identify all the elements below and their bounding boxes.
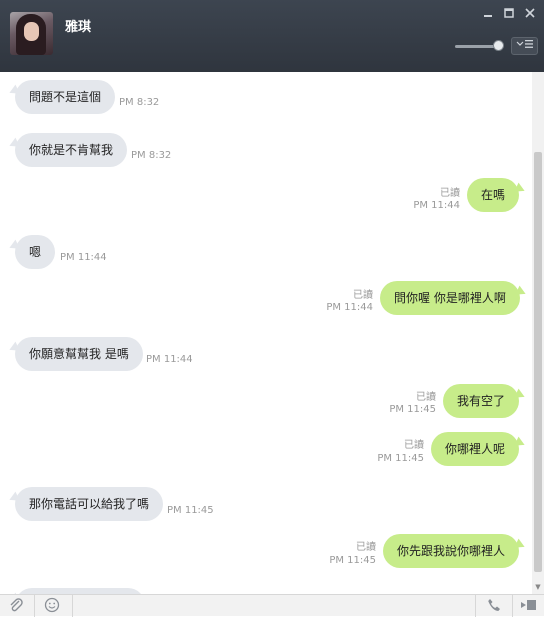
attachment-icon[interactable]	[7, 597, 25, 615]
read-receipt: 已讀	[356, 542, 376, 553]
message-bubble-received[interactable]: 問題不是這個	[15, 80, 116, 114]
chat-header: 雅琪	[0, 0, 544, 72]
read-receipt: 已讀	[416, 392, 436, 403]
message-bubble-sent[interactable]: 在嗎	[467, 178, 520, 212]
video-icon[interactable]	[520, 597, 538, 615]
message-time: PM 11:45	[389, 404, 436, 415]
message-time: PM 11:44	[326, 302, 373, 313]
message-time: PM 11:44	[413, 200, 460, 211]
toolbar-divider	[512, 595, 513, 617]
maximize-icon[interactable]	[502, 8, 516, 22]
toolbar-divider	[72, 595, 73, 617]
minimize-icon[interactable]	[481, 8, 495, 22]
message-bubble-received[interactable]: 你願意幫幫我 是嗎	[15, 337, 143, 371]
read-receipt: 已讀	[404, 440, 424, 451]
volume-slider-knob[interactable]	[493, 40, 504, 51]
input-toolbar	[0, 594, 544, 617]
message-bubble-received[interactable]: 嗯	[15, 235, 56, 269]
message-time: PM 11:45	[377, 453, 424, 464]
message-bubble-sent[interactable]: 你哪裡人呢	[431, 432, 520, 466]
message-bubble-sent[interactable]: 你先跟我說你哪裡人	[383, 534, 520, 568]
volume-slider-track[interactable]	[455, 45, 497, 48]
message-bubble-sent[interactable]: 問你喔 你是哪裡人啊	[380, 281, 520, 315]
toolbar-divider	[34, 595, 35, 617]
chat-scrollbar[interactable]: ▼	[532, 72, 544, 594]
avatar-face	[24, 22, 39, 41]
message-bubble-received[interactable]: 你就是不肯幫我	[15, 133, 128, 167]
phone-icon[interactable]	[485, 597, 503, 615]
scrollbar-thumb[interactable]	[534, 152, 542, 572]
menu-icon	[516, 40, 533, 48]
message-bubble-sent[interactable]: 我有空了	[443, 384, 520, 418]
read-receipt: 已讀	[440, 188, 460, 199]
read-receipt: 已讀	[353, 290, 373, 301]
message-time: PM 8:32	[119, 97, 160, 108]
close-icon[interactable]	[523, 8, 537, 22]
message-time: PM 11:45	[329, 555, 376, 566]
message-list[interactable]: 問題不是這個 PM 8:32 你就是不肯幫我 PM 8:32 已讀 PM 11:…	[0, 72, 532, 594]
message-time: PM 11:45	[167, 505, 214, 516]
message-time: PM 11:44	[60, 252, 107, 263]
scroll-down-arrow-icon[interactable]: ▼	[534, 582, 542, 592]
toolbar-divider	[475, 595, 476, 617]
menu-button[interactable]	[511, 37, 538, 55]
contact-name: 雅琪	[65, 20, 92, 35]
message-bubble-received[interactable]: 那你電話可以給我了嗎	[15, 487, 164, 521]
message-time: PM 11:44	[146, 354, 193, 365]
emoji-icon[interactable]	[43, 597, 61, 615]
message-time: PM 8:32	[131, 150, 172, 161]
contact-avatar[interactable]	[10, 12, 53, 55]
